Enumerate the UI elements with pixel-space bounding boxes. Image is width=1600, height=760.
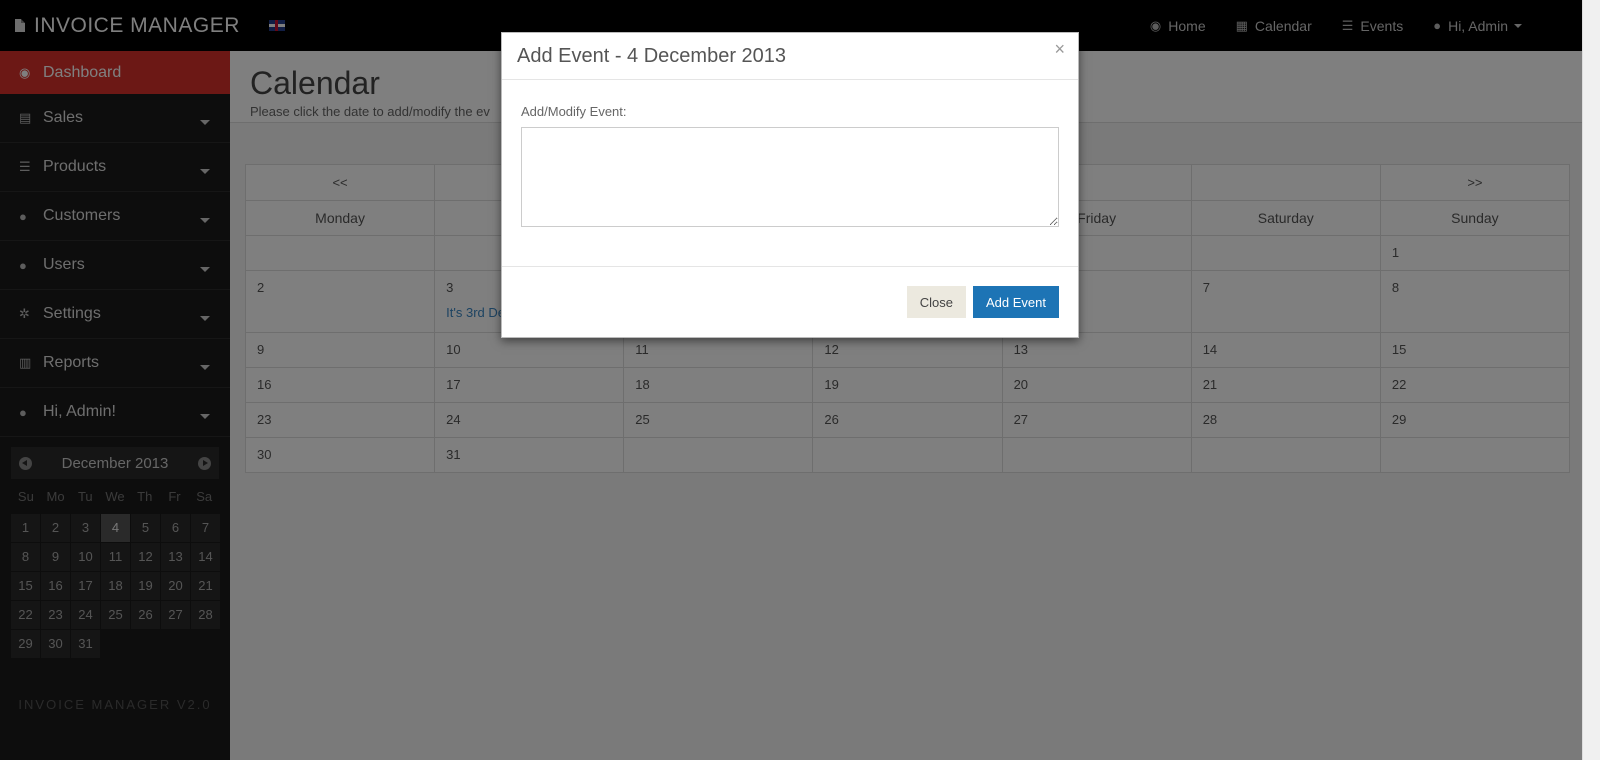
modal-body: Add/Modify Event: — [502, 80, 1078, 267]
event-textarea[interactable] — [521, 127, 1059, 227]
close-button[interactable]: Close — [906, 286, 966, 318]
page-scrollbar[interactable] — [1582, 0, 1600, 760]
add-event-modal: Add Event - 4 December 2013 × Add/Modify… — [501, 32, 1079, 338]
modal-title: Add Event - 4 December 2013 — [517, 45, 787, 67]
modal-footer: Close Add Event — [502, 267, 1078, 337]
event-field-label: Add/Modify Event: — [521, 104, 627, 119]
add-event-button[interactable]: Add Event — [973, 286, 1059, 318]
close-icon[interactable]: × — [1054, 39, 1065, 60]
modal-header: Add Event - 4 December 2013 × — [502, 33, 1078, 80]
